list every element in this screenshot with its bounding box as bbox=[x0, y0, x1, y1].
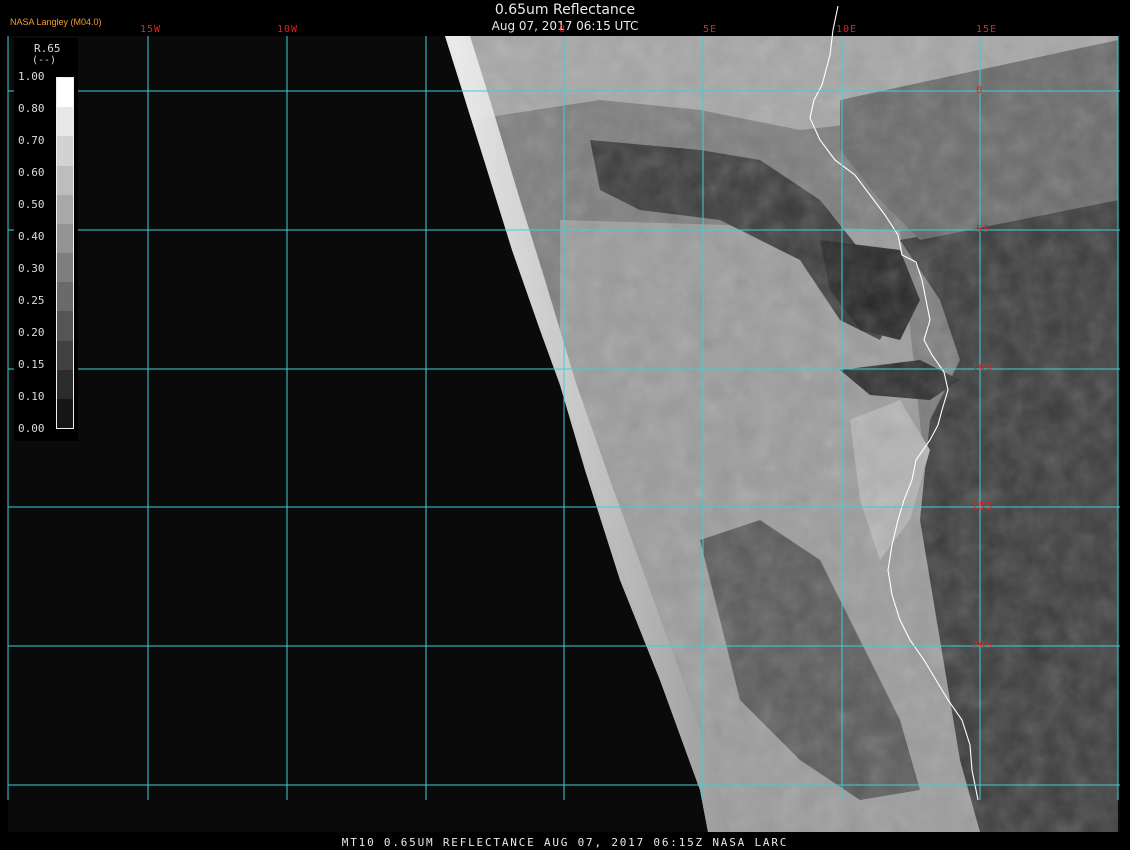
reflectance-legend: R.65 (--) 1.00 0.80 0.70 0.60 0.50 0.40 … bbox=[14, 38, 78, 441]
legend-tick: 0.80 bbox=[18, 102, 45, 115]
lon-label-10e: 10E bbox=[836, 24, 858, 35]
legend-units: (--) bbox=[32, 55, 57, 66]
legend-swatch bbox=[57, 194, 73, 225]
legend-swatch bbox=[57, 369, 73, 400]
lat-label-20s: 20S bbox=[972, 640, 994, 651]
footer-caption: MT10 0.65UM REFLECTANCE AUG 07, 2017 06:… bbox=[341, 836, 789, 849]
legend-tick: 0.25 bbox=[18, 294, 45, 307]
legend-tick: 0.20 bbox=[18, 326, 45, 339]
legend-swatch bbox=[57, 165, 73, 196]
lon-label-15e: 15E bbox=[976, 24, 998, 35]
legend-swatch bbox=[57, 340, 73, 371]
legend-color-bar bbox=[56, 77, 74, 429]
legend-channel: R.65 bbox=[34, 42, 61, 55]
lat-label-5s: 5S bbox=[976, 224, 991, 235]
legend-swatch bbox=[57, 311, 73, 341]
lat-label-10s: 10S bbox=[972, 362, 994, 373]
legend-tick: 0.15 bbox=[18, 358, 45, 371]
legend-tick: 0.60 bbox=[18, 166, 45, 179]
legend-tick: 0.40 bbox=[18, 230, 45, 243]
legend-tick: 0.30 bbox=[18, 262, 45, 275]
legend-tick: 0.10 bbox=[18, 390, 45, 403]
lon-label-0: 0 bbox=[559, 24, 567, 35]
legend-swatch bbox=[57, 107, 73, 137]
legend-swatch bbox=[57, 136, 73, 166]
lat-label-15s: 15S bbox=[972, 501, 994, 512]
lon-label-5e: 5E bbox=[703, 24, 718, 35]
lon-label-15w: 15W bbox=[140, 24, 162, 35]
legend-tick: 1.00 bbox=[18, 70, 45, 83]
legend-swatch bbox=[57, 223, 73, 254]
satellite-map bbox=[7, 5, 1120, 832]
lat-label-0: 0 bbox=[976, 85, 984, 96]
legend-tick: 0.50 bbox=[18, 198, 45, 211]
producer-credit: NASA Langley (M04.0) bbox=[10, 17, 102, 27]
legend-tick: 0.70 bbox=[18, 134, 45, 147]
legend-swatch bbox=[57, 398, 73, 429]
legend-swatch bbox=[57, 253, 73, 283]
product-title: 0.65um Reflectance bbox=[494, 2, 636, 18]
legend-tick: 0.00 bbox=[18, 422, 45, 435]
legend-swatch bbox=[57, 78, 73, 108]
legend-swatch bbox=[57, 282, 73, 312]
lon-label-10w: 10W bbox=[277, 24, 299, 35]
